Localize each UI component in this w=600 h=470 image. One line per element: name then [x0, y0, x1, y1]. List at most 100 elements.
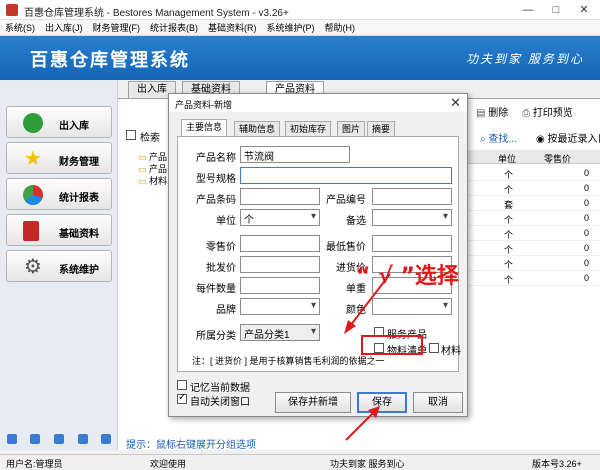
print-preview-button[interactable]: ⎙ 打印预览	[522, 104, 573, 119]
recent-sort-radio[interactable]: ◉ 按最近录入日	[536, 130, 600, 145]
retail-price-cell: 0	[584, 168, 590, 178]
dialog-tab-summary[interactable]: 摘要	[367, 121, 396, 137]
nav-finance-button[interactable]: ★ 财务管理	[6, 142, 112, 174]
table-row[interactable]: 个0	[468, 166, 600, 181]
annotation-arrow-bottom	[345, 406, 380, 441]
trash-icon: ▤	[476, 108, 486, 119]
code-label: 产品编号	[326, 195, 366, 206]
book-icon	[23, 221, 39, 241]
remember-data-label: 记忆当前数据	[190, 383, 250, 394]
pcs-per-unit-input[interactable]	[240, 277, 320, 294]
table-row[interactable]: 个0	[468, 241, 600, 256]
category-select[interactable]: 产品分类1	[240, 324, 320, 341]
retail-price-cell: 0	[584, 183, 590, 193]
banner-slogan: 功夫到家 服务到心	[466, 52, 584, 66]
hint-text: 提示：鼠标右键展开分组选项	[126, 440, 256, 451]
unit-select[interactable]: 个	[240, 209, 320, 226]
folder-icon: ▭	[138, 176, 147, 186]
nav-stock-button[interactable]: 出入库	[6, 106, 112, 138]
table-row[interactable]: 个0	[468, 226, 600, 241]
search-button[interactable]: ⌕ 查找...	[480, 130, 517, 145]
delete-button[interactable]: ▤ 删除	[476, 104, 508, 119]
table-row[interactable]: 个0	[468, 181, 600, 196]
material-label: 材料	[441, 346, 461, 357]
option-label: 备选	[346, 216, 366, 227]
menu-maintenance[interactable]: 系统维护(P)	[262, 20, 320, 35]
shortcut-icon[interactable]	[53, 434, 64, 444]
minimize-button[interactable]: —	[514, 0, 542, 20]
shortcut-icon[interactable]	[77, 434, 88, 444]
shortcut-icon[interactable]	[101, 434, 112, 444]
column-header-unit[interactable]: 单位	[498, 152, 516, 165]
product-name-input[interactable]: 节流阀	[240, 146, 350, 163]
app-banner: 百惠仓库管理系统 功夫到家 服务到心	[0, 36, 600, 80]
column-header-retail-price[interactable]: 零售价	[544, 152, 571, 165]
folder-icon: ▭	[138, 164, 147, 174]
barcode-label: 产品条码	[196, 195, 236, 206]
menu-bar: 系统(S) 出入库(J) 财务管理(F) 统计报表(B) 基础资料(R) 系统维…	[0, 20, 600, 36]
retail-price-cell: 0	[584, 228, 590, 238]
wholesale-price-input[interactable]	[240, 256, 320, 273]
nav-reports-button[interactable]: 统计报表	[6, 178, 112, 210]
option-select[interactable]	[372, 209, 452, 226]
table-row[interactable]: 个0	[468, 256, 600, 271]
status-slogan: 功夫到家 服务到心	[330, 459, 405, 469]
min-price-input[interactable]	[372, 235, 452, 252]
folder-icon: ▭	[138, 152, 147, 162]
nav-basic-data-button[interactable]: 基础资料	[6, 214, 112, 246]
cancel-button[interactable]: 取消	[413, 392, 463, 413]
dialog-tab-initial-stock[interactable]: 初始库存	[285, 121, 332, 137]
menu-finance[interactable]: 财务管理(F)	[88, 20, 146, 35]
unit-cell: 套	[504, 200, 514, 210]
retail-price-input[interactable]	[240, 235, 320, 252]
search-icon: ⌕	[480, 134, 486, 145]
menu-help[interactable]: 帮助(H)	[320, 20, 361, 35]
status-welcome: 欢迎使用	[150, 459, 187, 469]
dialog-close-icon[interactable]: ✕	[450, 95, 461, 111]
min-price-label: 最低售价	[326, 242, 366, 253]
window-title: 百惠仓库管理系统 - Bestores Management System - …	[24, 8, 289, 19]
product-name-label: 产品名称	[196, 153, 236, 164]
retail-price-cell: 0	[584, 243, 590, 253]
menu-stock[interactable]: 出入库(J)	[40, 20, 88, 35]
brand-select[interactable]	[240, 298, 320, 315]
unit-cell: 个	[504, 185, 514, 195]
filter-checkbox-box[interactable]	[126, 130, 136, 140]
radio-selected-icon: ◉	[536, 134, 545, 145]
dialog-tab-aux[interactable]: 辅助信息	[234, 121, 281, 137]
material-checkbox[interactable]	[429, 343, 439, 353]
unit-cell: 个	[504, 275, 514, 285]
status-bar: 用户名:管理员 欢迎使用 功夫到家 服务到心 版本号3.26+	[0, 454, 600, 469]
code-input[interactable]	[372, 188, 452, 205]
auto-close-checkbox[interactable]	[177, 392, 187, 404]
gear-icon: ⚙	[24, 256, 42, 278]
spec-input[interactable]	[240, 167, 452, 184]
shortcut-icon[interactable]	[30, 434, 41, 444]
unit-label: 单位	[216, 216, 236, 227]
left-bottom-icons	[0, 430, 118, 448]
dialog-title: 产品资料-新增	[175, 100, 232, 110]
table-row[interactable]: 个0	[468, 211, 600, 226]
menu-system[interactable]: 系统(S)	[0, 20, 40, 35]
shortcut-icon[interactable]	[6, 434, 17, 444]
filter-checkbox-label: 检索	[140, 133, 160, 144]
nav-label: 财务管理	[59, 157, 99, 168]
dialog-tab-image[interactable]: 图片	[337, 121, 366, 137]
nav-maintenance-button[interactable]: ⚙ 系统维护	[6, 250, 112, 282]
dialog-tab-main[interactable]: 主要信息	[181, 119, 228, 137]
barcode-input[interactable]	[240, 188, 320, 205]
title-bar: 百惠仓库管理系统 - Bestores Management System - …	[0, 0, 600, 20]
annotation-arrow-top	[344, 273, 391, 334]
table-row[interactable]: 套0	[468, 196, 600, 211]
retail-price-cell: 0	[584, 213, 590, 223]
menu-basic-data[interactable]: 基础资料(R)	[203, 20, 262, 35]
table-row[interactable]: 个0	[468, 271, 600, 286]
grid-header: 单位 零售价	[468, 150, 600, 164]
close-button[interactable]: ✕	[570, 0, 598, 20]
remember-data-checkbox[interactable]	[177, 380, 187, 390]
maximize-button[interactable]: □	[542, 0, 570, 20]
retail-price-label: 零售价	[206, 242, 236, 253]
status-user: 用户名:管理员	[6, 459, 63, 469]
status-version: 版本号3.26+	[532, 459, 582, 469]
menu-reports[interactable]: 统计报表(B)	[145, 20, 203, 35]
